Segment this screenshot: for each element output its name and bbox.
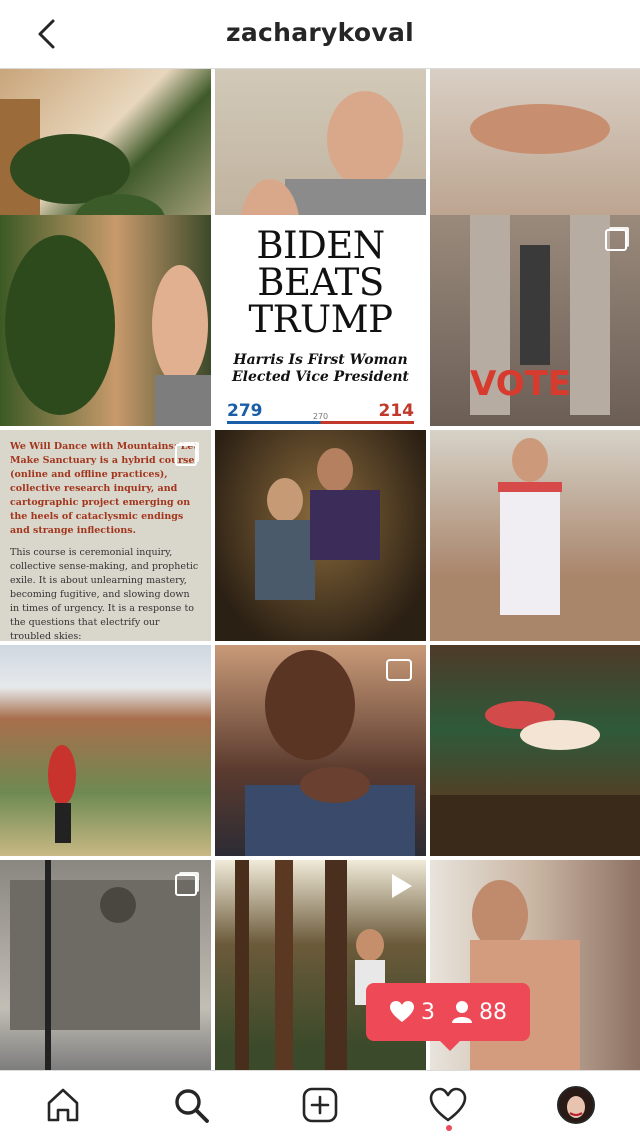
heart-icon [390,1001,414,1022]
likes-count: 3 [389,1000,435,1025]
carousel-icon [175,444,197,466]
profile-username: zacharykoval [226,18,414,47]
vote-sign: VOTE [470,364,571,404]
post-video-talk[interactable] [215,645,426,856]
person-icon [452,1001,472,1023]
tab-home[interactable] [43,1085,83,1125]
vote-bar [227,421,414,424]
apron-photo [498,438,562,615]
post-dance-studio[interactable] [430,645,640,856]
profile-avatar [557,1086,595,1124]
trump-votes: 214 [378,401,415,421]
plants-person-photo [5,235,211,426]
video-icon [392,874,412,898]
post-shirtless-plants[interactable] [0,215,211,426]
search-icon [175,1089,209,1123]
carousel-icon [175,874,197,896]
vote-tally: 279 270 214 [227,401,414,421]
threshold-label: 270 [312,412,329,421]
heart-outline-icon [429,1087,467,1122]
carousel-icon [605,229,627,251]
tab-profile[interactable] [556,1085,596,1125]
home-icon [47,1088,79,1122]
activity-indicator-dot [446,1125,452,1131]
dance-photo [255,448,380,600]
headline-line-2: BEATS [257,261,384,304]
post-vote-statue[interactable]: VOTE [430,215,640,426]
post-apron[interactable] [430,430,640,641]
activity-notification[interactable]: 3 88 [366,983,530,1051]
tab-activity[interactable] [428,1085,468,1125]
course-body: This course is ceremonial inquiry, colle… [10,547,199,641]
top-bar: zacharykoval [0,0,640,69]
post-course-text[interactable]: We Will Dance with Mountains: Let Make S… [0,430,211,641]
bottom-tab-bar [0,1070,640,1139]
followers-value: 88 [479,999,507,1025]
headline-line-1: BIDEN [256,224,385,267]
igtv-icon [386,659,412,681]
headline-line-3: TRUMP [248,298,393,341]
subhead: Harris Is First Woman Elected Vice Presi… [231,352,410,385]
tab-new-post[interactable] [300,1085,340,1125]
likes-value: 3 [421,999,435,1025]
add-post-icon [302,1087,338,1123]
canyon-photo [48,745,76,843]
post-canyon[interactable] [0,645,211,856]
post-cathedral[interactable] [0,860,211,1071]
course-title: We Will Dance with Mountains: Let Make S… [10,441,198,536]
biden-votes: 279 [227,401,263,421]
studio-photo [430,701,640,856]
followers-count: 88 [451,1000,507,1025]
tab-search[interactable] [171,1085,211,1125]
post-news[interactable]: BIDEN BEATS TRUMP Harris Is First Woman … [215,215,426,426]
post-dance-duo[interactable] [215,430,426,641]
